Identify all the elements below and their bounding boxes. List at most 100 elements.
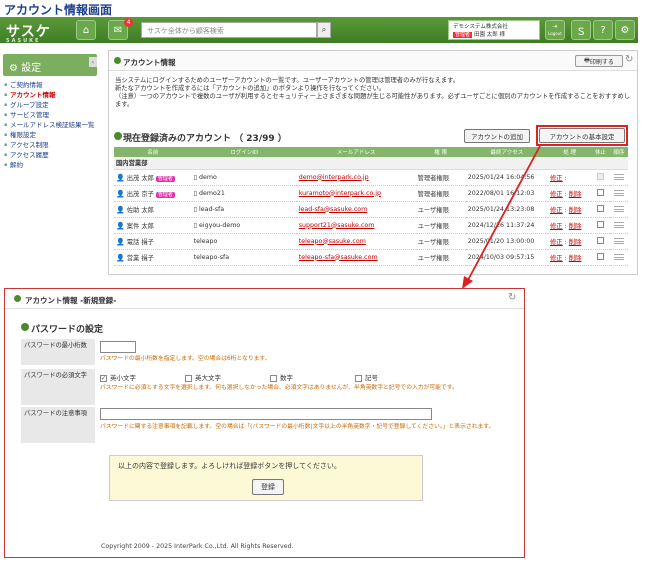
confirm-text: 以上の内容で登録します。よろしければ登録ボタンを押してください。	[118, 462, 341, 470]
delete-link[interactable]: 削除	[569, 239, 582, 246]
confirm-box: 以上の内容で登録します。よろしければ登録ボタンを押してください。 登録	[109, 455, 423, 501]
suspend-checkbox[interactable]	[597, 173, 605, 181]
help-icon[interactable]: ?	[593, 20, 613, 40]
notes-input[interactable]	[100, 408, 432, 420]
cell-order	[609, 249, 628, 266]
user-icon: 👤	[116, 189, 125, 198]
top-bar: サスケ SASUKE ⌂ ✉ 4 サスケ全体から顧客検索 ⌕ デモシステム株式会社…	[0, 17, 638, 44]
add-account-button[interactable]: アカウントの追加	[464, 129, 530, 143]
sidebar-title: ⚙ 設定	[3, 54, 97, 76]
table-row: 👤 電話 揖子 teleapo teleapo@sasuke.com ユーザ権限 2025…	[114, 233, 628, 250]
suspend-checkbox[interactable]	[597, 237, 605, 245]
sidebar-item-4[interactable]: メールアドレス検証結果一覧	[3, 120, 98, 130]
cell-email[interactable]: support21@sasuke.com	[296, 217, 416, 234]
admin-tag: 管理者	[155, 175, 175, 182]
min-length-input[interactable]	[100, 341, 136, 353]
drag-handle-icon[interactable]	[613, 205, 624, 212]
delete-link[interactable]: 削除	[569, 191, 582, 198]
cell-email[interactable]: lead-sfa@sasuke.com	[296, 201, 416, 218]
edit-link[interactable]: 修正	[550, 223, 563, 230]
cell-email[interactable]: kuramoto@interpark.co.jp	[296, 185, 416, 202]
cell-email[interactable]: teleapo@sasuke.com	[296, 233, 416, 250]
account-basic-settings-button[interactable]: アカウントの基本設定	[539, 128, 625, 143]
option-1[interactable]: 英大文字	[185, 372, 221, 382]
option-3[interactable]: 記号	[355, 372, 378, 382]
logout-button[interactable]: ⇥ Logout	[545, 20, 565, 40]
sidebar-item-5[interactable]: 権限設定	[3, 130, 98, 140]
option-checkbox[interactable]	[355, 374, 362, 382]
edit-link[interactable]: 修正	[550, 255, 563, 262]
sidebar-item-3[interactable]: サービス管理	[3, 110, 98, 120]
delete-link[interactable]: 削除	[569, 255, 582, 262]
search-input[interactable]: サスケ全体から顧客検索	[141, 22, 317, 38]
sidebar-item-8[interactable]: 解約	[3, 160, 98, 170]
table-row: 👤 案件 太郎 ▯ eigyou-demo support21@sasuke.com ユー…	[114, 217, 628, 234]
cell-order	[609, 201, 628, 218]
cell-order	[609, 185, 628, 202]
refresh-icon[interactable]: ↻	[625, 54, 633, 65]
account-panel: アカウント情報 🖶 印刷する ↻ 当システムにログインするためのユーザーアカウン…	[108, 50, 638, 275]
cell-name: 👤 電話 揖子	[114, 233, 192, 250]
title-bullet-icon	[114, 57, 121, 64]
edit-link[interactable]: 修正	[550, 175, 563, 182]
table-row: 👤 佐助 太郎 ▯ lead-sfa lead-sfa@sasuke.com ユーザ権限 2…	[114, 201, 628, 218]
sidebar-item-0[interactable]: ご契約情報	[3, 80, 98, 90]
drag-handle-icon[interactable]	[613, 173, 624, 180]
section-bullet-icon	[114, 132, 122, 140]
gear-icon[interactable]: ⚙	[615, 20, 635, 40]
panel-header	[109, 51, 637, 71]
section-bullet-icon	[21, 323, 29, 331]
page-heading: アカウント情報画面	[4, 3, 113, 17]
refresh-icon[interactable]: ↻	[508, 292, 516, 303]
register-button[interactable]: 登録	[252, 479, 284, 495]
drag-handle-icon[interactable]	[613, 237, 624, 244]
suspend-checkbox[interactable]	[597, 205, 605, 213]
collapse-sidebar-icon[interactable]: ‹	[89, 57, 97, 67]
drag-handle-icon[interactable]	[613, 253, 624, 260]
cell-order	[609, 233, 628, 250]
print-button[interactable]: 🖶 印刷する	[575, 55, 623, 67]
min-length-note: パスワードの最小桁数を指定します。空の場合は6桁となります。	[100, 356, 271, 362]
drag-handle-icon[interactable]	[613, 221, 624, 228]
user-icon: 👤	[116, 253, 125, 262]
cell-actions: 修正 : 削除	[548, 185, 592, 202]
sidebar-item-7[interactable]: アクセス履歴	[3, 150, 98, 160]
home-icon[interactable]: ⌂	[76, 20, 96, 40]
app-logo[interactable]: サスケ SASUKE	[6, 21, 51, 44]
sidebar-item-1[interactable]: アカウント情報	[3, 90, 98, 100]
user-info: デモシステム株式会社 管理者 田園 太郎 様	[448, 20, 540, 40]
cell-login: teleapo-sfa	[191, 249, 297, 266]
suspend-checkbox[interactable]	[597, 253, 605, 261]
search-icon[interactable]: ⌕	[317, 22, 331, 38]
cell-last-access: 2024/10/03 09:57:15	[465, 249, 548, 266]
sidebar-item-6[interactable]: アクセス制限	[3, 140, 98, 150]
drag-handle-icon[interactable]	[613, 189, 624, 196]
cell-role: ユーザ権限	[415, 249, 466, 266]
sidebar-item-2[interactable]: グループ設定	[3, 100, 98, 110]
delete-link[interactable]: 削除	[569, 207, 582, 214]
option-checkbox[interactable]: ✓	[100, 374, 107, 382]
edit-link[interactable]: 修正	[550, 239, 563, 246]
cell-name: 👤 佐助 太郎	[114, 201, 192, 218]
cell-login: ▯ lead-sfa	[191, 201, 297, 218]
sasuke-icon[interactable]: Ｓ	[571, 20, 591, 40]
account-table: 名前 ログインID メールアドレス権 限最終アクセス処 理休止 順序 国内営業部 👤 出…	[114, 147, 628, 266]
cell-login: ▯ demo21	[191, 185, 297, 202]
required-chars-label: パスワードの必須文字	[21, 369, 95, 405]
panel-title: アカウント情報	[123, 58, 176, 67]
column-header: 名前	[114, 147, 192, 157]
cell-role: ユーザ権限	[415, 201, 466, 218]
edit-link[interactable]: 修正	[550, 207, 563, 214]
option-checkbox[interactable]	[270, 374, 277, 382]
edit-link[interactable]: 修正	[550, 191, 563, 198]
suspend-checkbox[interactable]	[597, 189, 605, 197]
cell-email[interactable]: demo@interpark.co.jp	[296, 169, 416, 186]
option-0[interactable]: ✓ 英小文字	[100, 372, 136, 382]
delete-link[interactable]: 削除	[569, 223, 582, 230]
option-2[interactable]: 数字	[270, 372, 293, 382]
option-checkbox[interactable]	[185, 374, 192, 382]
cell-email[interactable]: teleapo-sfa@sasuke.com	[296, 249, 416, 266]
suspend-checkbox[interactable]	[597, 221, 605, 229]
cell-last-access: 2025/01/24 16:04:56	[465, 169, 548, 186]
cell-name: 👤 出茂 太郎 管理者	[114, 169, 192, 186]
